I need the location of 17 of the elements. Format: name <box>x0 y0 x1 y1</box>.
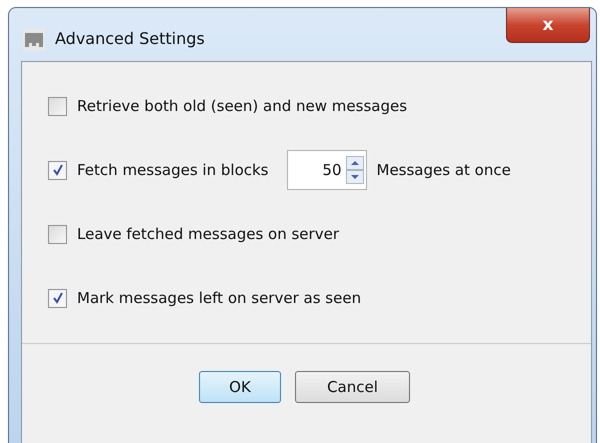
option-label[interactable]: Mark messages left on server as seen <box>77 289 362 307</box>
spinner-label: Messages at once <box>376 161 511 179</box>
cancel-button[interactable]: Cancel <box>295 371 410 403</box>
checkbox[interactable] <box>48 288 67 308</box>
number-spinner[interactable]: 50 <box>286 150 366 190</box>
checkbox[interactable] <box>48 224 67 244</box>
checkbox[interactable] <box>48 96 67 116</box>
option-label[interactable]: Leave fetched messages on server <box>77 225 339 243</box>
close-button[interactable]: x <box>506 8 590 43</box>
app-icon <box>23 29 45 51</box>
option-label[interactable]: Retrieve both old (seen) and new messages <box>77 97 408 115</box>
ok-button[interactable]: OK <box>199 371 281 403</box>
checkbox[interactable] <box>48 160 67 180</box>
option-label[interactable]: Fetch messages in blocks <box>77 161 268 179</box>
check-icon <box>52 292 64 304</box>
check-icon <box>52 164 64 176</box>
window-title: Advanced Settings <box>55 29 205 48</box>
